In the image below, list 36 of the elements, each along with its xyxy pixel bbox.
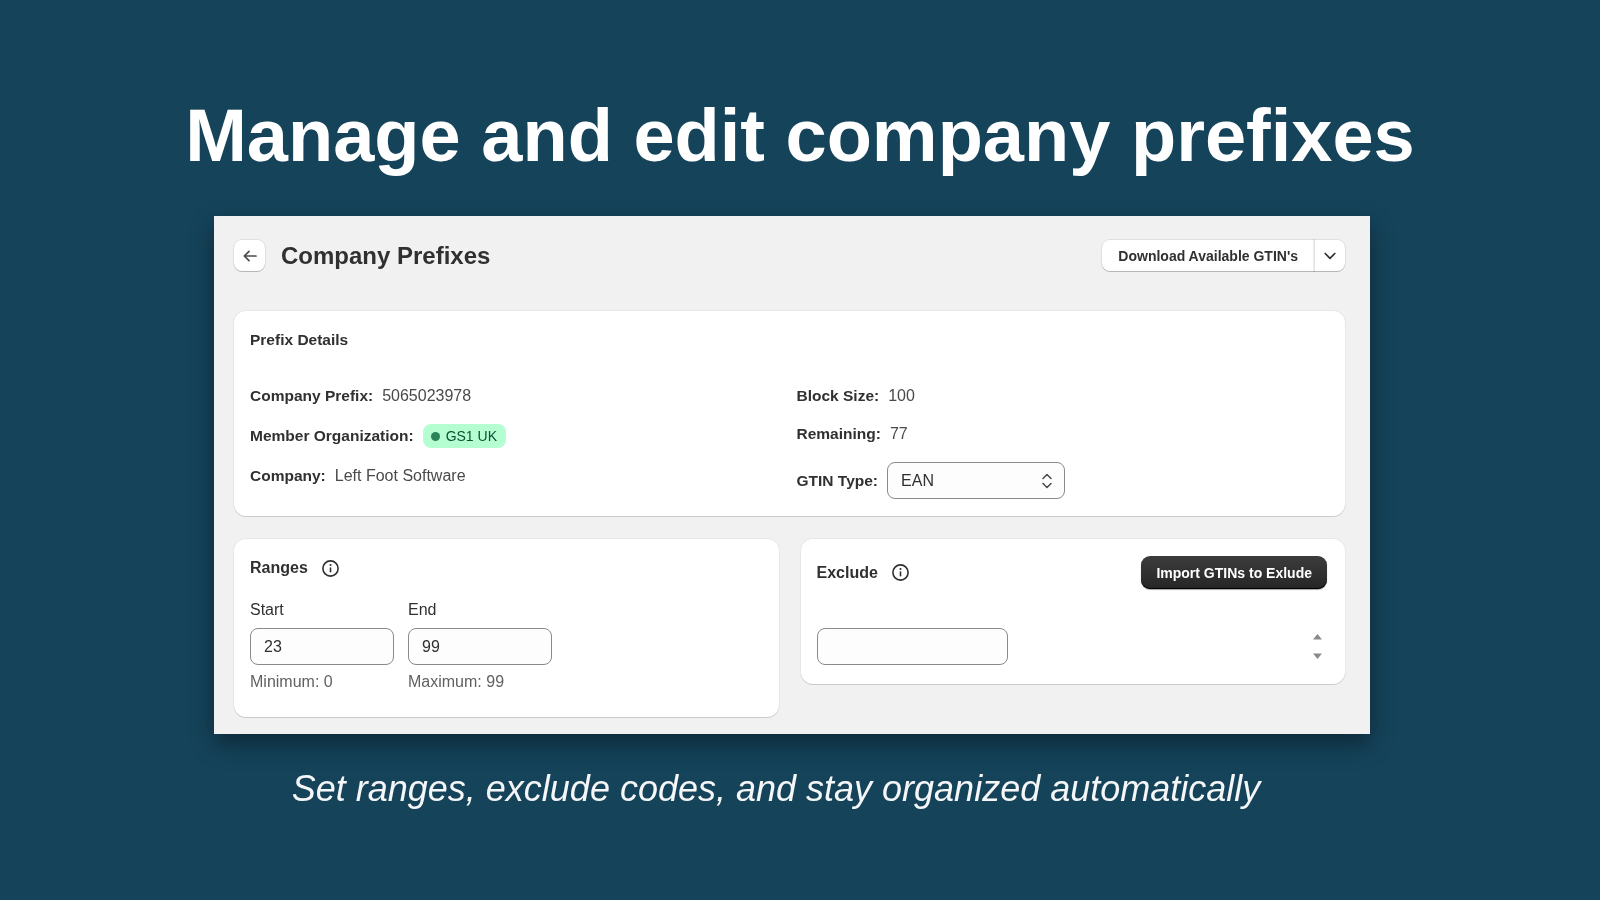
field-label: Block Size: [796,386,880,406]
field-label: Start [250,600,285,620]
import-button[interactable]: Import GTINs to Exlude [1141,556,1327,589]
field-value: 5065023978 [382,386,472,406]
card-title: Ranges [250,558,308,578]
input-field[interactable]: 23 [250,628,394,665]
status-dot-icon [430,431,440,441]
download-button[interactable]: Download Available GTIN's [1102,240,1314,271]
stepper-arrows-icon[interactable] [1312,633,1323,660]
select-field[interactable]: EAN [887,462,1066,499]
info-icon[interactable] [321,559,339,577]
field-value: 77 [889,424,908,444]
field-value: Left Foot Software [334,466,466,486]
input-field[interactable]: 99 [408,628,552,665]
help-text: Minimum: 0 [250,672,334,692]
headline: Manage and edit company prefixes [185,93,1415,179]
page-title: Company Prefixes [281,240,491,271]
field-value: 100 [888,386,915,406]
badge-label: GS1 UK [445,428,497,444]
help-text: Maximum: 99 [408,672,506,692]
field-label: GTIN Type: [796,470,879,491]
left-arrow-icon [242,249,257,262]
caption: Set ranges, exclude codes, and stay organized automatically [290,768,1263,809]
card-title: Exclude [816,562,878,583]
input-field[interactable] [816,628,1008,665]
card-title: Prefix Details [250,330,350,350]
chevron-down-icon [1324,251,1336,260]
field-label: Member Organization: [250,426,414,446]
field-label: Remaining: [796,424,881,444]
field-label: Company: [250,466,326,486]
field-label: End [408,600,438,620]
info-icon[interactable] [891,564,909,581]
up-down-chevron-icon [1042,472,1053,489]
back-button[interactable] [234,240,265,271]
dropdown-button[interactable] [1314,240,1345,271]
field-label: Company Prefix: [250,386,374,406]
